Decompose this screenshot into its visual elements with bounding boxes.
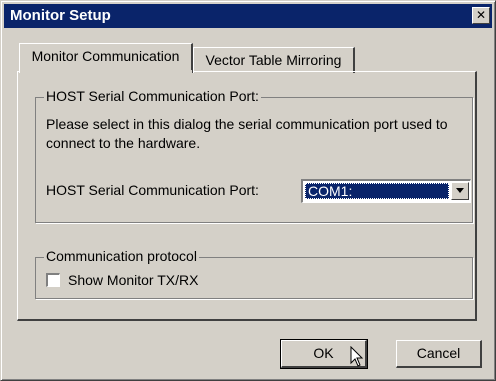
group-legend: Communication protocol: [44, 248, 199, 264]
window-title: Monitor Setup: [10, 7, 111, 24]
cancel-button[interactable]: Cancel: [396, 340, 482, 368]
checkbox-label[interactable]: Show Monitor TX/RX: [68, 272, 198, 288]
close-button[interactable]: ✕: [472, 7, 490, 24]
show-monitor-checkbox[interactable]: [46, 273, 60, 287]
chevron-down-icon: [456, 188, 464, 193]
tab-monitor-communication[interactable]: Monitor Communication: [19, 43, 193, 73]
close-icon: ✕: [475, 8, 487, 22]
port-description: Please select in this dialog the serial …: [46, 116, 448, 151]
tab-label: Vector Table Mirroring: [205, 52, 342, 68]
title-bar[interactable]: Monitor Setup ✕: [4, 4, 492, 28]
cancel-label: Cancel: [416, 345, 461, 361]
ok-label: OK: [313, 345, 334, 361]
arrow-cursor-icon: [350, 346, 364, 367]
port-label: HOST Serial Communication Port:: [46, 182, 259, 198]
port-select[interactable]: COM1:: [301, 179, 471, 203]
tab-label: Monitor Communication: [31, 48, 180, 64]
port-select-value: COM1:: [305, 183, 449, 199]
group-legend: HOST Serial Communication Port:: [44, 88, 261, 104]
dropdown-button[interactable]: [451, 182, 469, 200]
monitor-setup-dialog: Monitor Setup ✕ Monitor Communication Ve…: [0, 0, 496, 381]
tab-vector-table-mirroring[interactable]: Vector Table Mirroring: [193, 47, 355, 73]
